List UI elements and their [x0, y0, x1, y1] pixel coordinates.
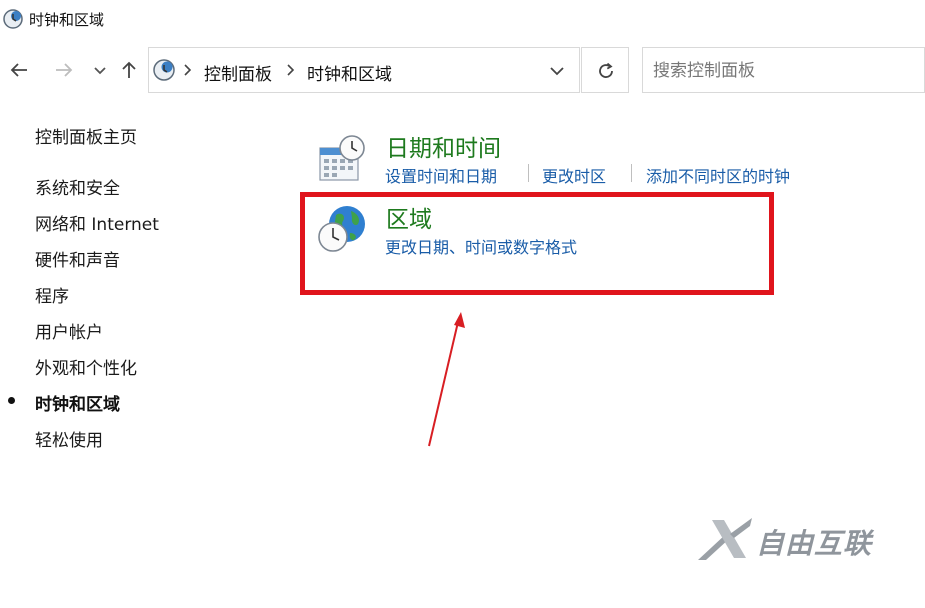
sidebar-item-ease-of-access[interactable]: 轻松使用 — [35, 426, 103, 451]
annotation-highlight-box — [300, 192, 774, 295]
watermark-text: 自由互联 — [756, 527, 873, 560]
back-arrow-icon[interactable] — [7, 58, 31, 82]
link-set-time-date[interactable]: 设置时间和日期 — [385, 163, 497, 187]
sidebar-item-user-accounts[interactable]: 用户帐户 — [35, 318, 103, 343]
window-title: 时钟和区域 — [29, 11, 105, 29]
sidebar-item-home[interactable]: 控制面板主页 — [35, 123, 137, 148]
category-title-date-time[interactable]: 日期和时间 — [386, 129, 501, 163]
annotation-arrow — [428, 312, 465, 447]
search-input[interactable] — [653, 59, 913, 83]
x-logo-icon — [698, 518, 752, 560]
breadcrumb-control-panel[interactable]: 控制面板 — [204, 60, 272, 85]
link-change-time-zone[interactable]: 更改时区 — [542, 163, 606, 187]
breadcrumb-clock-region[interactable]: 时钟和区域 — [307, 60, 392, 85]
refresh-icon — [599, 62, 613, 78]
up-arrow-icon[interactable] — [117, 58, 141, 82]
sidebar-item-programs[interactable]: 程序 — [35, 282, 69, 307]
search-box[interactable] — [642, 47, 925, 93]
link-separator — [528, 164, 529, 182]
title-bar: 时钟和区域 — [0, 0, 925, 38]
chevron-right-icon[interactable] — [182, 62, 194, 78]
chevron-right-icon[interactable] — [285, 62, 297, 78]
watermark: 自由互联 — [694, 514, 894, 570]
control-panel-clock-icon — [152, 58, 176, 82]
address-bar[interactable]: 控制面板 时钟和区域 — [148, 47, 580, 93]
forward-arrow-icon[interactable] — [52, 58, 76, 82]
control-panel-clock-icon — [2, 8, 24, 30]
sidebar-item-appearance[interactable]: 外观和个性化 — [35, 354, 137, 379]
link-add-clocks[interactable]: 添加不同时区的时钟 — [646, 163, 790, 187]
sidebar-item-clock-region[interactable]: 时钟和区域 — [35, 390, 120, 415]
sidebar-item-network[interactable]: 网络和 Internet — [35, 210, 159, 235]
refresh-button[interactable] — [581, 47, 629, 93]
active-item-bullet — [8, 397, 15, 404]
calendar-clock-icon — [318, 134, 368, 186]
chevron-down-icon[interactable] — [546, 61, 568, 81]
link-separator — [631, 164, 632, 182]
chevron-down-icon[interactable] — [88, 58, 108, 82]
sidebar-item-hardware-sound[interactable]: 硬件和声音 — [35, 246, 120, 271]
sidebar-item-system-security[interactable]: 系统和安全 — [35, 174, 120, 199]
